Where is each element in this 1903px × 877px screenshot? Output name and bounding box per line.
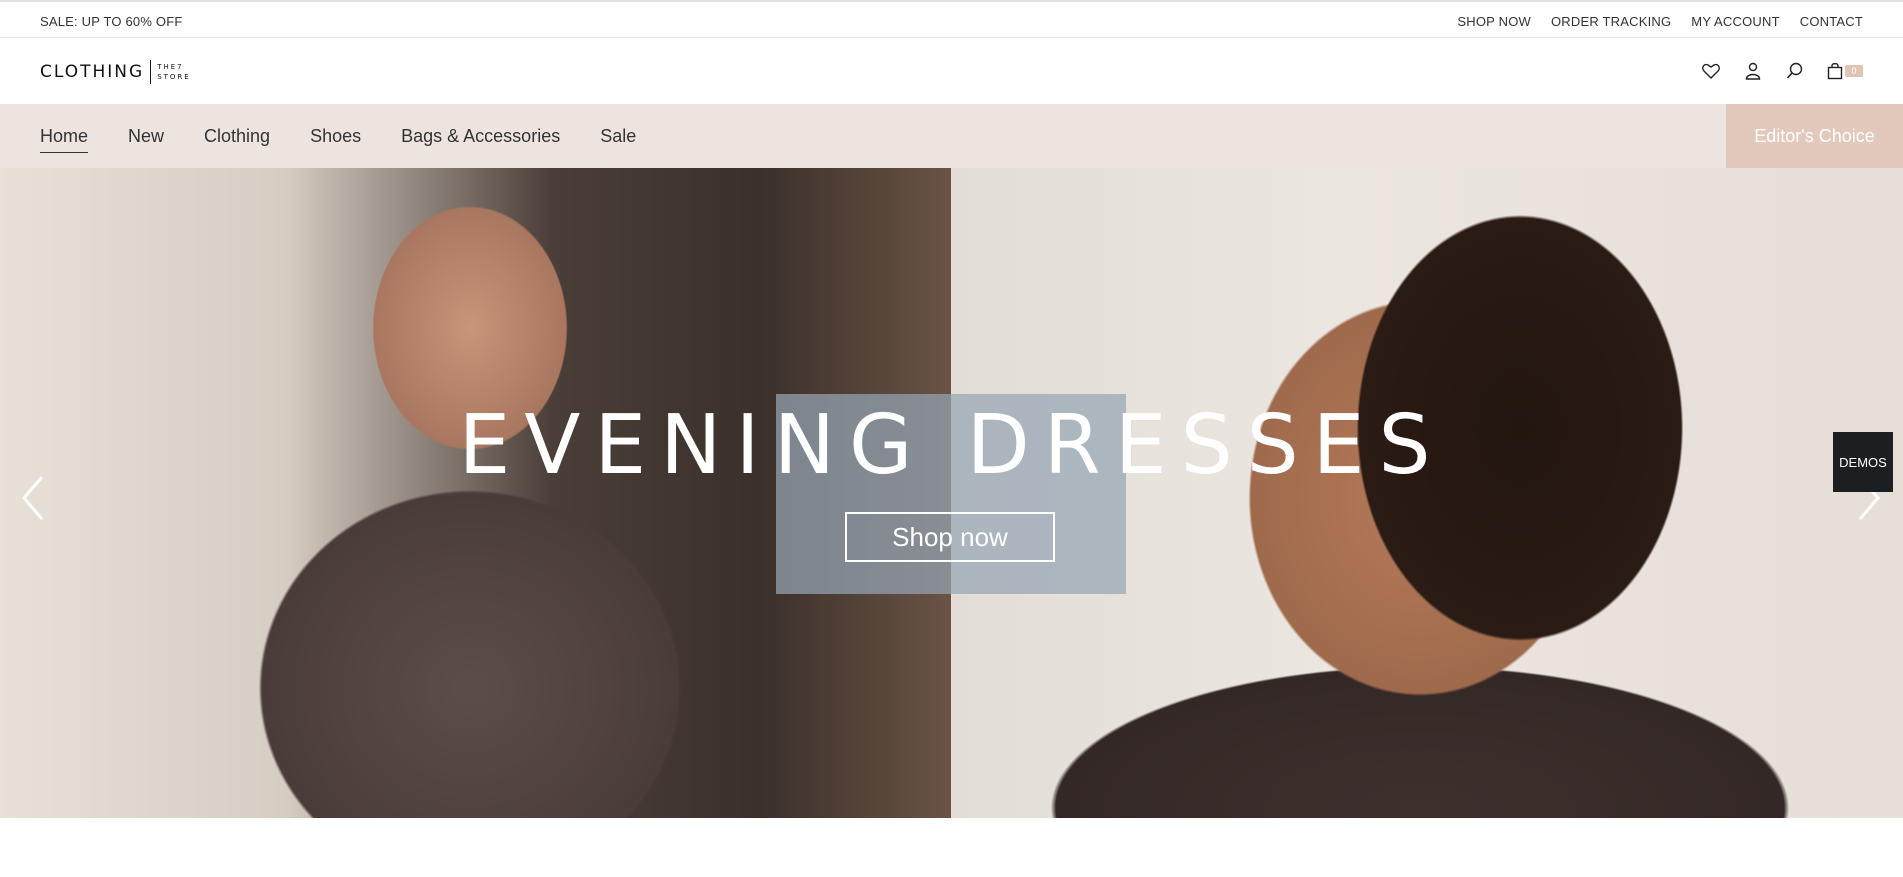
hero-slider: EVENING DRESSES Shop now DEMOS <box>0 168 1903 818</box>
sale-announcement: SALE: UP TO 60% OFF <box>40 14 183 29</box>
hero-title: EVENING DRESSES <box>458 398 1445 493</box>
site-logo[interactable]: CLOTHING THE7 STORE <box>40 60 191 84</box>
logo-subtext: THE7 STORE <box>157 62 191 82</box>
logo-sub-line2: STORE <box>157 73 191 81</box>
chevron-left-icon[interactable] <box>18 473 48 523</box>
main-nav: Home New Clothing Shoes Bags & Accessori… <box>0 104 1903 168</box>
heart-icon[interactable] <box>1701 61 1721 81</box>
order-tracking-link[interactable]: ORDER TRACKING <box>1551 14 1671 29</box>
cart-button[interactable]: 0 <box>1827 61 1863 81</box>
nav-item-sale[interactable]: Sale <box>600 126 636 147</box>
nav-item-home[interactable]: Home <box>40 126 89 153</box>
top-links: SHOP NOW ORDER TRACKING MY ACCOUNT CONTA… <box>1457 14 1863 29</box>
cart-count-badge: 0 <box>1845 65 1863 77</box>
shop-now-button[interactable]: Shop now <box>845 512 1055 562</box>
logo-wordmark: CLOTHING <box>40 62 145 82</box>
editors-choice-button[interactable]: Editor's Choice <box>1726 104 1903 168</box>
nav-item-new[interactable]: New <box>128 126 164 147</box>
contact-link[interactable]: CONTACT <box>1800 14 1863 29</box>
nav-item-clothing[interactable]: Clothing <box>204 126 270 147</box>
search-icon[interactable] <box>1785 61 1805 81</box>
bag-icon <box>1827 62 1843 80</box>
header-icons: 0 <box>1701 61 1863 81</box>
logo-sub-line1: THE7 <box>157 63 184 71</box>
user-icon[interactable] <box>1743 61 1763 81</box>
logo-divider <box>150 60 152 84</box>
nav-item-shoes[interactable]: Shoes <box>310 126 361 147</box>
nav-item-bags-accessories[interactable]: Bags & Accessories <box>401 126 560 147</box>
demos-button[interactable]: DEMOS <box>1833 432 1893 492</box>
site-header: CLOTHING THE7 STORE 0 <box>0 38 1903 104</box>
shop-now-link[interactable]: SHOP NOW <box>1457 14 1531 29</box>
nav-items: Home New Clothing Shoes Bags & Accessori… <box>40 104 636 168</box>
my-account-link[interactable]: MY ACCOUNT <box>1691 14 1779 29</box>
top-bar: SALE: UP TO 60% OFF SHOP NOW ORDER TRACK… <box>0 0 1903 38</box>
